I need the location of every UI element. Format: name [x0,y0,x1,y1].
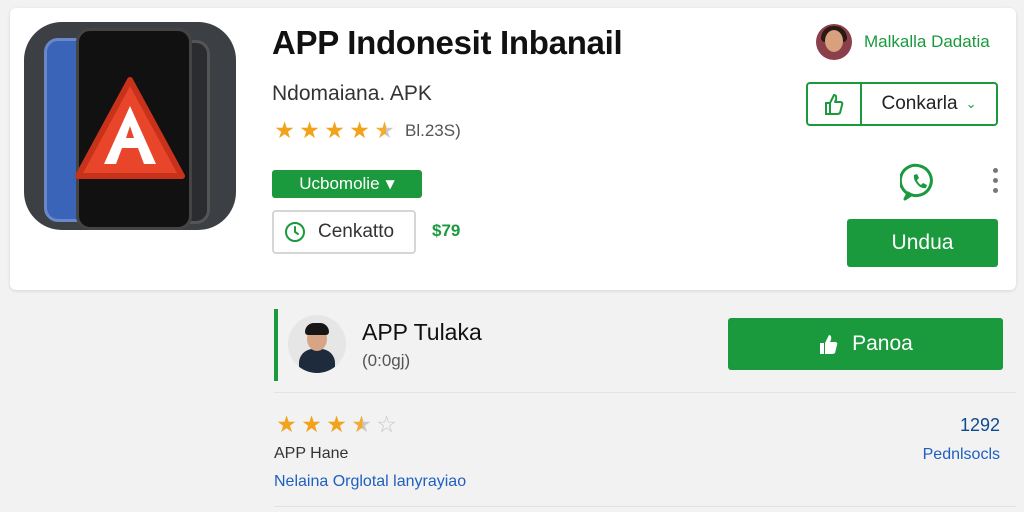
thumbs-up-icon[interactable] [808,84,862,124]
app-subtitle: Ndomaiana. APK [272,82,432,105]
review-label: APP Hane [274,445,349,462]
chevron-down-icon: ⌄ [965,96,977,112]
whatsapp-icon[interactable] [900,162,940,202]
like-review-label: Panoa [852,332,913,355]
chevron-down-icon: ▼ [385,177,395,191]
review-count: 1292 [959,415,1000,435]
star-icon: ☆ [376,412,397,438]
app-title: APP Indonesit Inbanail [272,24,623,61]
review-header: APP Tulaka (0:0gj) Panoa [274,309,1006,381]
developer-info[interactable]: Malkalla Dadatia [816,24,990,60]
rating-stars: ★ ★ ★ ★ ★ [272,118,397,144]
star-icon: ★ [349,118,370,144]
split-dropdown[interactable]: Conkarla ⌄ [862,84,996,124]
contact-label: Cenkatto [318,221,395,242]
app-price: $79 [432,221,461,240]
review-link-right[interactable]: Pednlsocls [923,446,1000,464]
triangle-a-logo [75,77,185,179]
divider [274,506,1016,507]
app-rating: ★ ★ ★ ★ ★ Bl.23S) [272,118,461,144]
category-label: Ucbomolie [299,174,380,193]
clock-icon [285,222,305,242]
avatar [816,24,852,60]
category-dropdown[interactable]: Ucbomolie ▼ [272,170,422,198]
thumbs-up-icon [820,335,838,354]
review-link[interactable]: Nelaina Orglotal lanyrayiao [274,473,466,491]
avatar [288,315,346,373]
rating-count: Bl.23S) [405,121,461,140]
reviewer-name: APP Tulaka [362,319,482,345]
developer-name: Malkalla Dadatia [864,32,990,51]
star-icon: ★ [276,412,297,438]
download-button[interactable]: Undua [847,219,998,267]
divider [274,392,1016,393]
like-review-button[interactable]: Panoa [728,318,1003,370]
star-icon: ★ [372,118,397,144]
split-action-button[interactable]: Conkarla ⌄ [806,82,998,126]
star-icon: ★ [349,412,374,438]
star-icon: ★ [274,118,295,144]
star-icon: ★ [326,412,347,438]
more-vert-icon[interactable] [992,168,1000,198]
app-logo-icon [24,22,236,230]
star-icon: ★ [301,412,322,438]
split-label: Conkarla [881,93,958,114]
star-icon: ★ [324,118,345,144]
contact-button[interactable]: Cenkatto [272,210,416,254]
star-icon: ★ [299,118,320,144]
review-rating-stars: ★ ★ ★ ★ ☆ [274,412,399,438]
reviewer-meta: (0:0gj) [362,351,411,370]
